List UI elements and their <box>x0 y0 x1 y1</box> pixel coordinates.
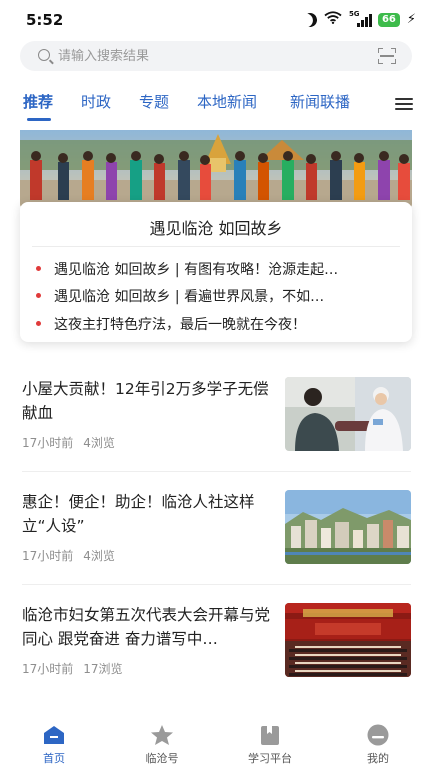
news-item[interactable]: 惠企！便企！助企！临沧人社这样立“人设” 17小时前 4浏览 <box>0 490 432 602</box>
wifi-icon <box>324 11 342 28</box>
tab-politics[interactable]: 时政 <box>81 91 111 112</box>
bullet-icon <box>36 293 41 298</box>
book-icon <box>258 724 282 746</box>
news-views: 17浏览 <box>83 662 123 676</box>
nav-label: 首页 <box>43 752 65 765</box>
menu-icon[interactable] <box>395 98 413 111</box>
divider <box>22 584 411 585</box>
search-icon <box>38 49 50 61</box>
status-time: 5:52 <box>26 11 64 29</box>
scan-icon[interactable] <box>378 48 396 64</box>
banner-image[interactable] <box>20 130 412 208</box>
search-bar[interactable] <box>20 41 412 71</box>
home-icon <box>42 724 66 746</box>
news-thumbnail[interactable] <box>285 490 411 564</box>
charging-icon: ⚡ <box>406 12 416 27</box>
nav-lincang-hao[interactable]: 临沧号 <box>122 724 202 768</box>
news-item[interactable]: 临沧市妇女第五次代表大会开幕与党同心 跟党奋进 奋力谱写中… 17小时前 17浏览 <box>0 603 432 715</box>
signal-icon: 5G <box>349 10 372 27</box>
feature-item[interactable]: 遇见临沧 如回故乡 | 有图有攻略！沧源走起… <box>36 258 396 280</box>
profile-icon <box>366 724 390 746</box>
bottom-nav: 首页 临沧号 学习平台 我的 <box>0 716 432 768</box>
category-tabs: 推荐 时政 专题 本地新闻 新闻联播 <box>0 86 432 122</box>
news-views: 4浏览 <box>83 549 115 563</box>
status-bar: 5:52 5G 66 ⚡ <box>0 0 432 38</box>
nav-label: 临沧号 <box>145 752 179 765</box>
nav-home[interactable]: 首页 <box>14 724 94 768</box>
feature-title[interactable]: 遇见临沧 如回故乡 <box>20 215 412 239</box>
nav-study-platform[interactable]: 学习平台 <box>230 724 310 768</box>
feature-divider <box>32 246 400 247</box>
news-title[interactable]: 惠企！便企！助企！临沧人社这样立“人设” <box>22 490 272 538</box>
news-thumbnail[interactable] <box>285 603 411 677</box>
feature-item[interactable]: 这夜主打特色疗法，最后一晚就在今夜！ <box>36 313 396 335</box>
news-meta: 17小时前 4浏览 <box>22 434 115 451</box>
nav-label: 学习平台 <box>248 752 292 765</box>
feature-item-text: 遇见临沧 如回故乡 | 有图有攻略！沧源走起… <box>54 262 339 278</box>
search-input[interactable] <box>58 44 358 68</box>
active-tab-indicator <box>27 118 51 121</box>
divider <box>22 471 411 472</box>
feature-item-text: 这夜主打特色疗法，最后一晚就在今夜！ <box>54 317 306 333</box>
bullet-icon <box>36 321 41 326</box>
news-time: 17小时前 <box>22 436 74 450</box>
status-icons: 5G 66 ⚡ <box>301 10 416 29</box>
tab-recommend[interactable]: 推荐 <box>23 91 53 112</box>
star-icon <box>150 724 174 746</box>
news-time: 17小时前 <box>22 662 74 676</box>
news-item[interactable]: 小屋大贡献！12年引2万多学子无偿献血 17小时前 4浏览 <box>0 377 432 489</box>
news-time: 17小时前 <box>22 549 74 563</box>
news-meta: 17小时前 4浏览 <box>22 547 115 564</box>
news-title[interactable]: 临沧市妇女第五次代表大会开幕与党同心 跟党奋进 奋力谱写中… <box>22 603 272 651</box>
news-views: 4浏览 <box>83 436 115 450</box>
nav-profile[interactable]: 我的 <box>338 724 418 768</box>
moon-icon <box>301 11 319 29</box>
feature-card[interactable]: 遇见临沧 如回故乡 遇见临沧 如回故乡 | 有图有攻略！沧源走起… 遇见临沧 如… <box>20 202 412 342</box>
news-title[interactable]: 小屋大贡献！12年引2万多学子无偿献血 <box>22 377 272 425</box>
tab-topics[interactable]: 专题 <box>139 91 169 112</box>
feature-item[interactable]: 遇见临沧 如回故乡 | 看遍世界风景，不如… <box>36 285 396 307</box>
battery-icon: 66 <box>377 12 400 27</box>
tab-local-news[interactable]: 本地新闻 <box>197 91 257 112</box>
news-meta: 17小时前 17浏览 <box>22 660 123 677</box>
bullet-icon <box>36 266 41 271</box>
nav-label: 我的 <box>367 752 389 765</box>
news-thumbnail[interactable] <box>285 377 411 451</box>
feature-item-text: 遇见临沧 如回故乡 | 看遍世界风景，不如… <box>54 289 325 305</box>
tab-news-broadcast[interactable]: 新闻联播 <box>290 91 350 112</box>
